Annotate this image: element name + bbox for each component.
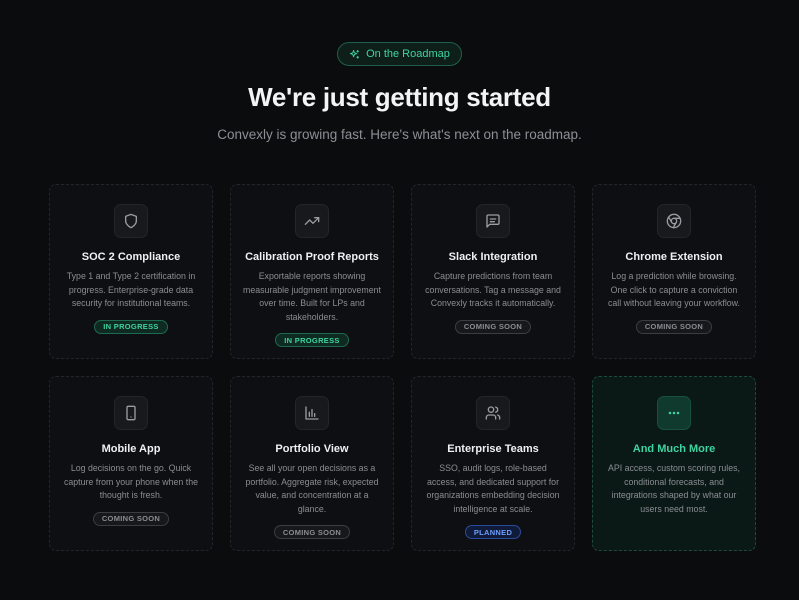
card-title: SOC 2 Compliance xyxy=(81,251,181,263)
card-title: Enterprise Teams xyxy=(447,443,539,455)
ellipsis-icon xyxy=(668,411,680,415)
roadmap-pill: On the Roadmap xyxy=(337,42,462,66)
card-title: Chrome Extension xyxy=(625,251,723,263)
users-icon xyxy=(485,406,501,420)
card-title: Portfolio View xyxy=(275,443,349,455)
status-badge: IN PROGRESS xyxy=(275,333,349,347)
trending-up-icon xyxy=(304,217,320,225)
card-description: Exportable reports showing measurable ju… xyxy=(243,271,381,322)
status-badge: COMING SOON xyxy=(635,319,713,334)
roadmap-card-portfolio: Portfolio View See all your open decisio… xyxy=(230,376,394,551)
status-badge: PLANNED xyxy=(464,525,522,539)
roadmap-card-mobile: Mobile App Log decisions on the go. Quic… xyxy=(49,376,213,551)
card-title: Mobile App xyxy=(101,443,161,455)
card-description: See all your open decisions as a portfol… xyxy=(245,463,379,514)
sparkles-icon xyxy=(350,49,360,59)
status-badge: COMING SOON xyxy=(273,525,351,539)
card-title: And Much More xyxy=(632,443,716,455)
status-badge: COMING SOON xyxy=(454,319,532,334)
roadmap-pill-label: On the Roadmap xyxy=(366,48,450,60)
card-description: SSO, audit logs, role-based access, and … xyxy=(426,463,560,514)
roadmap-card-more: And Much More API access, custom scoring… xyxy=(592,376,756,551)
message-icon xyxy=(486,214,500,228)
card-title: Slack Integration xyxy=(448,251,538,263)
card-description: API access, custom scoring rules, condit… xyxy=(607,463,740,514)
shield-icon xyxy=(125,213,137,229)
roadmap-section: On the Roadmap We're just getting starte… xyxy=(0,0,799,600)
smartphone-icon xyxy=(126,405,136,421)
card-title: Calibration Proof Reports xyxy=(245,251,379,263)
roadmap-card-chrome: Chrome Extension Log a prediction while … xyxy=(592,184,756,359)
page-subtitle: Convexly is growing fast. Here's what's … xyxy=(217,127,582,142)
card-description: Capture predictions from team conversati… xyxy=(425,271,561,308)
roadmap-card-slack: Slack Integration Capture predictions fr… xyxy=(411,184,575,359)
roadmap-grid: SOC 2 Compliance Type 1 and Type 2 certi… xyxy=(49,184,756,551)
card-description: Log a prediction while browsing. One cli… xyxy=(607,271,740,308)
status-badge: IN PROGRESS xyxy=(94,319,168,334)
page-title: We're just getting started xyxy=(248,82,551,112)
roadmap-header: On the Roadmap We're just getting starte… xyxy=(0,42,799,142)
roadmap-card-soc2: SOC 2 Compliance Type 1 and Type 2 certi… xyxy=(49,184,213,359)
bar-chart-icon xyxy=(305,406,319,420)
roadmap-card-calibration-reports: Calibration Proof Reports Exportable rep… xyxy=(230,184,394,359)
chrome-icon xyxy=(666,213,682,229)
card-description: Log decisions on the go. Quick capture f… xyxy=(64,463,198,500)
status-badge: COMING SOON xyxy=(92,511,170,526)
card-description: Type 1 and Type 2 certification in progr… xyxy=(66,271,196,308)
roadmap-card-enterprise: Enterprise Teams SSO, audit logs, role-b… xyxy=(411,376,575,551)
